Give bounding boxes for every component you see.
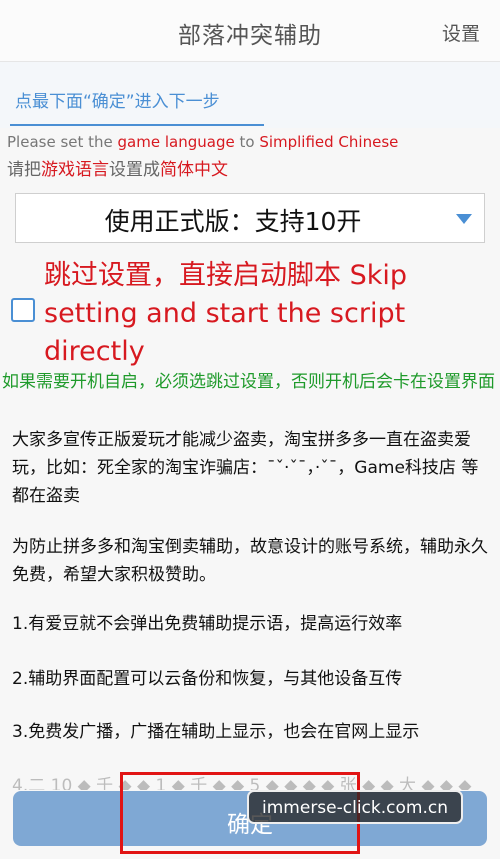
page-title: 部落冲突辅助 bbox=[178, 23, 322, 49]
version-select[interactable]: 使用正式版：支持10开 bbox=[15, 193, 485, 243]
skip-setting-label[interactable]: 跳过设置，直接启动脚本 Skip setting and start the s… bbox=[44, 257, 494, 371]
info-paragraph-piracy: 大家多宣传正版爱玩才能减少盗卖，淘宝拼多多一直在盗卖爱玩，比如：死全家的淘宝诈骗… bbox=[12, 430, 479, 506]
info-paragraph-account: 为防止拼多多和淘宝倒卖辅助，故意设计的账号系统，辅助永久免费，希望大家积极赞助。 bbox=[12, 537, 488, 585]
language-hint-english: Please set the game language to Simplifi… bbox=[7, 133, 399, 151]
app-header: 部落冲突辅助 设置 bbox=[0, 0, 500, 62]
info-paragraph-benefit-2: 2.辅助界面配置可以云备份和恢复，与其他设备互传 bbox=[12, 669, 403, 689]
step-tab-label: 点最下面“确定”进入下一步 bbox=[15, 92, 220, 112]
watermark-badge: immerse-click.com.cn bbox=[247, 790, 463, 824]
settings-button[interactable]: 设置 bbox=[442, 19, 480, 46]
info-paragraph-benefit-1: 1.有爱豆就不会弹出免费辅助提示语，提高运行效率 bbox=[12, 614, 403, 634]
tab-underline bbox=[10, 124, 264, 126]
language-hint-chinese: 请把游戏语言设置成简体中文 bbox=[7, 160, 228, 180]
skip-setting-checkbox[interactable] bbox=[11, 298, 35, 322]
watermark-text: immerse-click.com.cn bbox=[262, 798, 448, 818]
info-paragraph-benefit-3: 3.免费发广播，广播在辅助上显示，也会在官网上显示 bbox=[12, 722, 420, 742]
dropdown-arrow-icon[interactable] bbox=[456, 214, 472, 224]
step-tab[interactable]: 点最下面“确定”进入下一步 bbox=[0, 62, 500, 128]
autostart-note: 如果需要开机自启，必须选跳过设置，否则开机后会卡在设置界面 bbox=[2, 372, 495, 392]
version-select-value: 使用正式版：支持10开 bbox=[104, 207, 362, 236]
